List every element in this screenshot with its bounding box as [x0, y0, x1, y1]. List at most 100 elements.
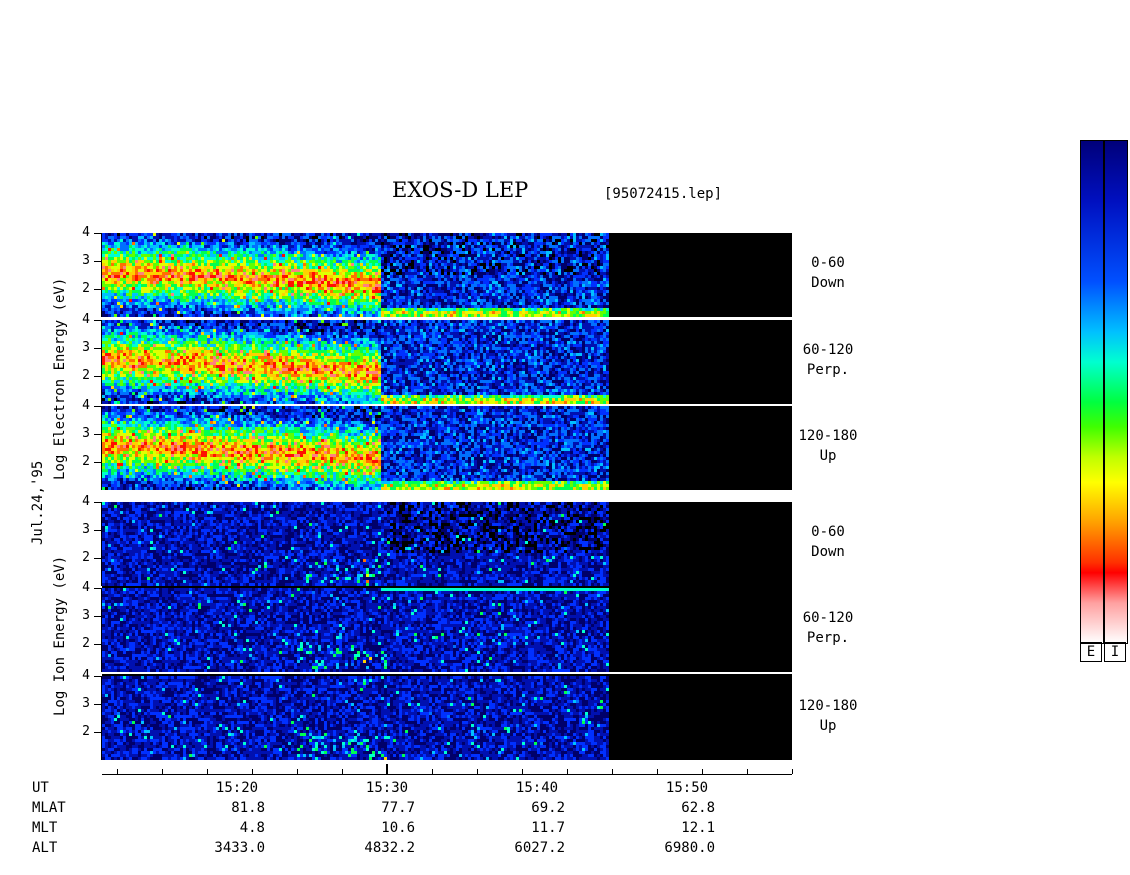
spectrogram-cell: [525, 260, 528, 263]
spectrogram-cell: [561, 239, 564, 242]
spectrogram-cell: [552, 275, 555, 278]
spectrogram-cell: [210, 239, 213, 242]
spectrogram-cell: [510, 311, 513, 314]
spectrogram-cell: [492, 281, 495, 284]
spectrogram-cell: [453, 284, 456, 287]
spectrogram-cell: [105, 245, 108, 248]
spectrogram-cell: [114, 377, 117, 380]
spectrogram-cell: [435, 263, 438, 266]
spectrogram-cell: [528, 272, 531, 275]
spectrogram-cell: [177, 284, 180, 287]
spectrogram-cell: [603, 266, 606, 269]
spectrogram-cell: [297, 296, 300, 299]
spectrogram-cell: [453, 287, 456, 290]
spectrogram-cell: [492, 236, 495, 239]
spectrogram-cell: [174, 311, 177, 314]
spectrogram-cell: [522, 293, 525, 296]
spectrogram-cell: [576, 266, 579, 269]
spectrogram-cell: [510, 314, 513, 317]
spectrogram-cell: [114, 248, 117, 251]
spectrogram-cell: [435, 269, 438, 272]
spectrogram-cell: [105, 257, 108, 260]
spectrogram-cell: [315, 236, 318, 239]
spectrogram-cell: [168, 278, 171, 281]
spectrogram-cell: [237, 278, 240, 281]
spectrogram-cell: [459, 269, 462, 272]
spectrogram-cell: [171, 314, 174, 317]
spectrogram-cell: [495, 245, 498, 248]
spectrogram-cell: [489, 263, 492, 266]
spectrogram-cell: [339, 293, 342, 296]
spectrogram-cell: [351, 284, 354, 287]
spectrogram-cell: [330, 251, 333, 254]
spectrogram-cell: [420, 284, 423, 287]
spectrogram-cell: [129, 266, 132, 269]
spectrogram-cell: [381, 254, 384, 257]
spectrogram-cell: [267, 299, 270, 302]
spectrogram-cell: [336, 275, 339, 278]
spectrogram-cell: [585, 233, 588, 236]
spectrogram-cell: [249, 308, 252, 311]
spectrogram-cell: [414, 293, 417, 296]
spectrogram-cell: [153, 233, 156, 236]
spectrogram-cell: [273, 251, 276, 254]
spectrogram-cell: [339, 251, 342, 254]
spectrogram-cell: [603, 302, 606, 305]
spectrogram-cell: [579, 290, 582, 293]
spectrogram-cell: [516, 314, 519, 317]
spectrogram-cell: [453, 314, 456, 317]
spectrogram-cell: [120, 329, 123, 332]
spectrogram-cell: [117, 254, 120, 257]
spectrogram-cell: [267, 236, 270, 239]
spectrogram-cell: [465, 275, 468, 278]
spectrogram-cell: [111, 347, 114, 350]
spectrogram-cell: [375, 242, 378, 245]
spectrogram-cell: [177, 236, 180, 239]
spectrogram-cell: [252, 287, 255, 290]
spectrogram-cell: [222, 275, 225, 278]
spectrogram-cell: [231, 236, 234, 239]
spectrogram-cell: [237, 287, 240, 290]
spectrogram-cell: [126, 275, 129, 278]
spectrogram-cell: [297, 236, 300, 239]
spectrogram-cell: [342, 266, 345, 269]
spectrogram-cell: [249, 290, 252, 293]
spectrogram-cell: [264, 239, 267, 242]
spectrogram-cell: [321, 275, 324, 278]
spectrogram-cell: [270, 296, 273, 299]
spectrogram-cell: [579, 293, 582, 296]
spectrogram-cell: [456, 236, 459, 239]
spectrogram-cell: [189, 257, 192, 260]
spectrogram-cell: [546, 272, 549, 275]
spectrogram-cell: [279, 260, 282, 263]
spectrogram-cell: [354, 293, 357, 296]
spectrogram-cell: [432, 275, 435, 278]
spectrogram-cell: [225, 245, 228, 248]
spectrogram-cell: [474, 242, 477, 245]
spectrogram-cell: [234, 239, 237, 242]
spectrogram-cell: [360, 299, 363, 302]
spectrogram-cell: [141, 296, 144, 299]
spectrogram-cell: [123, 356, 126, 359]
spectrogram-cell: [291, 308, 294, 311]
spectrogram-cell: [171, 269, 174, 272]
spectrogram-cell: [135, 242, 138, 245]
spectrogram-cell: [552, 242, 555, 245]
spectrogram-cell: [528, 266, 531, 269]
spectrogram-cell: [594, 263, 597, 266]
spectrogram-cell: [537, 257, 540, 260]
spectrogram-cell: [183, 248, 186, 251]
spectrogram-cell: [477, 296, 480, 299]
spectrogram-cell: [504, 236, 507, 239]
spectrogram-cell: [102, 302, 105, 305]
spectrogram-cell: [183, 290, 186, 293]
spectrogram-cell: [258, 266, 261, 269]
spectrogram-cell: [222, 263, 225, 266]
spectrogram-cell: [132, 239, 135, 242]
spectrogram-cell: [165, 248, 168, 251]
spectrogram-cell: [438, 272, 441, 275]
spectrogram-cell: [423, 311, 426, 314]
spectrogram-cell: [558, 284, 561, 287]
spectrogram-cell: [150, 254, 153, 257]
spectrogram-cell: [375, 308, 378, 311]
